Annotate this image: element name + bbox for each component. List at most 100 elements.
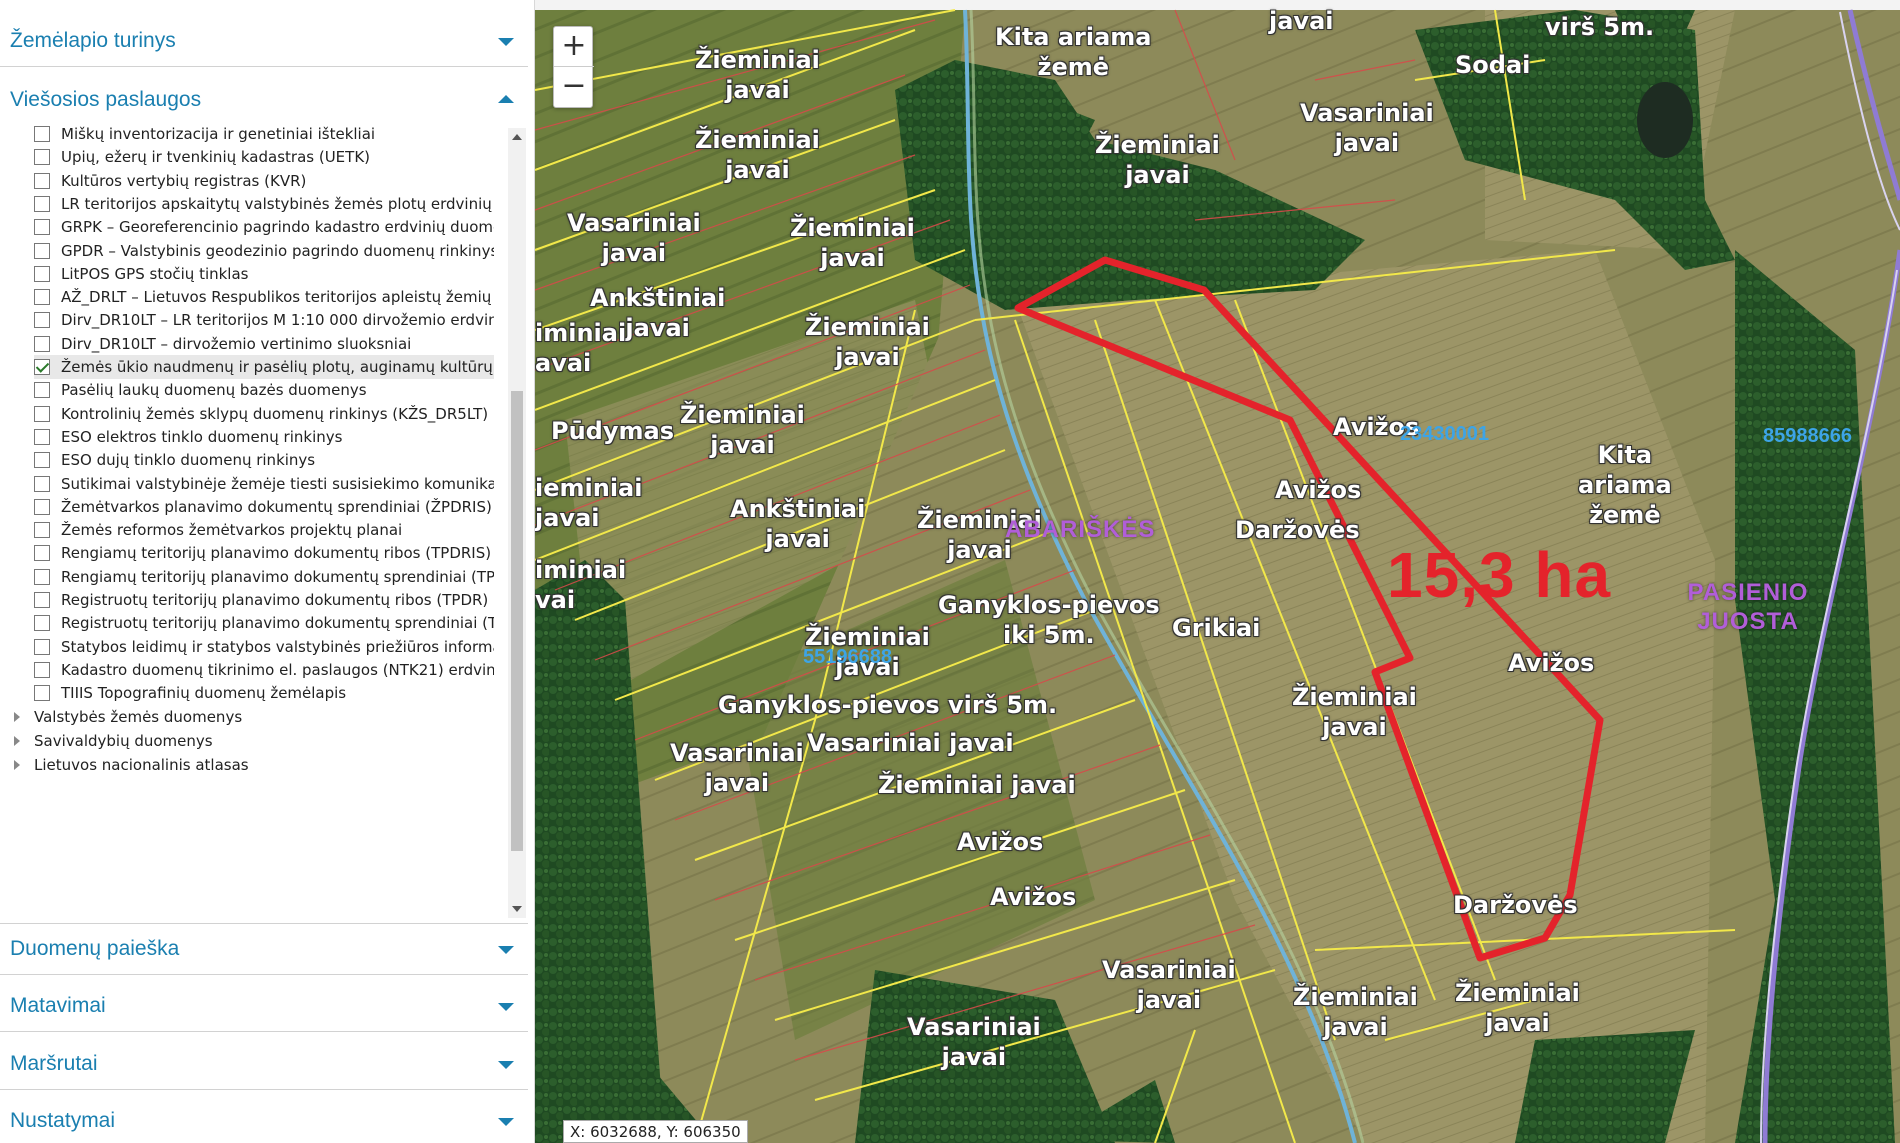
checkbox[interactable]	[34, 336, 50, 352]
section-data-search[interactable]: Duomenų paieška	[0, 923, 528, 975]
layer-item[interactable]: Pasėlių laukų duomenų bazės duomenys	[34, 378, 494, 402]
layer-item[interactable]: GPDR – Valstybinis geodezinio pagrindo d…	[34, 239, 494, 263]
checkbox[interactable]	[34, 196, 50, 212]
layer-item[interactable]: Miškų inventorizacija ir genetiniai ište…	[34, 122, 494, 146]
map-label: Ganyklos-pievos iki 5m.	[938, 591, 1160, 649]
checkbox[interactable]	[34, 685, 50, 701]
layer-item[interactable]: LitPOS GPS stočių tinklas	[34, 262, 494, 286]
checkbox[interactable]	[34, 452, 50, 468]
layer-item[interactable]: Kontrolinių žemės sklypų duomenų rinkiny…	[34, 402, 494, 426]
checkbox[interactable]	[34, 382, 50, 398]
checkbox[interactable]	[34, 662, 50, 678]
layer-group[interactable]: Valstybės žemės duomenys	[14, 705, 242, 729]
layer-item[interactable]: ESO elektros tinklo duomenų rinkinys	[34, 425, 494, 449]
layer-item[interactable]: GRPK – Georeferencinio pagrindo kadastro…	[34, 215, 494, 239]
section-data-search-label: Duomenų paieška	[10, 937, 180, 960]
map-label: Žieminiai javai	[1095, 131, 1220, 189]
layer-label: ESO dujų tinklo duomenų rinkinys	[61, 451, 316, 469]
layer-label: Miškų inventorizacija ir genetiniai ište…	[61, 125, 376, 143]
layer-label: GPDR – Valstybinis geodezinio pagrindo d…	[61, 242, 494, 260]
layer-item[interactable]: Sutikimai valstybinėje žemėje tiesti sus…	[34, 472, 494, 496]
section-routes[interactable]: Maršrutai	[0, 1038, 528, 1090]
checkbox[interactable]	[34, 289, 50, 305]
checkbox[interactable]	[34, 499, 50, 515]
section-routes-label: Maršrutai	[10, 1051, 98, 1075]
layer-label: GRPK – Georeferencinio pagrindo kadastro…	[61, 218, 494, 236]
section-measurements[interactable]: Matavimai	[0, 980, 528, 1032]
checkbox[interactable]	[34, 569, 50, 585]
checkbox-checked[interactable]	[34, 359, 50, 375]
layer-item[interactable]: Registruotų teritorijų planavimo dokumen…	[34, 588, 494, 612]
section-map-content[interactable]: Žemėlapio turinys	[0, 15, 528, 67]
scroll-up-icon[interactable]	[512, 134, 522, 140]
map-label: Vasariniai javai	[1102, 956, 1236, 1014]
layer-item[interactable]: Registruotų teritorijų planavimo dokumen…	[34, 611, 494, 635]
expand-triangle-icon[interactable]	[14, 736, 20, 746]
layer-item[interactable]: Kadastro duomenų tikrinimo el. paslaugos…	[34, 658, 494, 682]
checkbox[interactable]	[34, 429, 50, 445]
checkbox[interactable]	[34, 219, 50, 235]
layer-item[interactable]: LR teritorijos apskaitytų valstybinės že…	[34, 192, 494, 216]
layer-item[interactable]: Dirv_DR10LT – LR teritorijos M 1:10 000 …	[34, 308, 494, 332]
parcel-id-label: 55196688	[803, 646, 892, 668]
checkbox[interactable]	[34, 149, 50, 165]
checkbox[interactable]	[34, 615, 50, 631]
layer-label: Registruotų teritorijų planavimo dokumen…	[61, 591, 489, 609]
map-label: iminiai avai	[535, 319, 627, 377]
expand-triangle-icon[interactable]	[14, 760, 20, 770]
expand-triangle-icon[interactable]	[14, 712, 20, 722]
map-label: Avižos	[957, 828, 1044, 856]
section-measurements-label: Matavimai	[10, 993, 106, 1017]
scroll-down-icon[interactable]	[512, 906, 522, 912]
checkbox[interactable]	[34, 522, 50, 538]
layer-group-label: Valstybės žemės duomenys	[34, 708, 243, 726]
map-label: Kita ariama žemė	[995, 23, 1152, 81]
layer-group[interactable]: Lietuvos nacionalinis atlasas	[14, 753, 249, 777]
layer-label: AŽ_DRLT – Lietuvos Respublikos teritorij…	[61, 288, 494, 306]
layer-item[interactable]: Rengiamų teritorijų planavimo dokumentų …	[34, 541, 494, 565]
layer-item[interactable]: TIIIS Topografinių duomenų žemėlapis	[34, 681, 494, 705]
layer-item[interactable]: Žemėtvarkos planavimo dokumentų sprendin…	[34, 495, 494, 519]
layer-item[interactable]: Upių, ežerų ir tvenkinių kadastras (UETK…	[34, 145, 494, 169]
layer-label: Registruotų teritorijų planavimo dokumen…	[61, 614, 494, 632]
scroll-thumb[interactable]	[511, 391, 523, 851]
section-public-services[interactable]: Viešosios paslaugos	[0, 74, 528, 126]
checkbox[interactable]	[34, 126, 50, 142]
scrollbar[interactable]	[508, 128, 526, 918]
layer-item[interactable]: Statybos leidimų ir statybos valstybinės…	[34, 635, 494, 659]
checkbox[interactable]	[34, 173, 50, 189]
map-label: Žieminiai javai	[1293, 983, 1418, 1041]
layer-label: TIIIS Topografinių duomenų žemėlapis	[61, 684, 347, 702]
layer-item[interactable]: Kultūros vertybių registras (KVR)	[34, 169, 494, 193]
checkbox[interactable]	[34, 312, 50, 328]
checkbox[interactable]	[34, 266, 50, 282]
area-label: 15,3 ha	[1387, 539, 1612, 611]
map-label: Ganyklos-pievos virš 5m.	[718, 691, 1058, 719]
layer-label: Kultūros vertybių registras (KVR)	[61, 172, 307, 190]
checkbox[interactable]	[34, 243, 50, 259]
zoom-out-button[interactable]: −	[554, 67, 594, 107]
layer-item[interactable]: Rengiamų teritorijų planavimo dokumentų …	[34, 565, 494, 589]
section-public-services-label: Viešosios paslaugos	[10, 88, 202, 111]
layer-label: Statybos leidimų ir statybos valstybinės…	[61, 638, 494, 656]
section-settings[interactable]: Nustatymai	[0, 1095, 528, 1143]
layer-item[interactable]: AŽ_DRLT – Lietuvos Respublikos teritorij…	[34, 285, 494, 309]
map-label: Kita ariama žemė	[1578, 441, 1672, 529]
map-label: Grikiai	[1172, 614, 1261, 642]
layer-item[interactable]: Žemės ūkio naudmenų ir pasėlių plotų, au…	[34, 355, 494, 379]
layer-item[interactable]: Žemės reformos žemėtvarkos projektų plan…	[34, 518, 494, 542]
zoom-in-button[interactable]: +	[554, 27, 594, 67]
map-label: Vasariniai javai	[567, 209, 701, 267]
checkbox[interactable]	[34, 639, 50, 655]
layer-group[interactable]: Savivaldybių duomenys	[14, 729, 213, 753]
map-label: Žieminiai javai	[805, 313, 930, 371]
checkbox[interactable]	[34, 545, 50, 561]
checkbox[interactable]	[34, 592, 50, 608]
layer-item[interactable]: Dirv_DR10LT – dirvožemio vertinimo sluok…	[34, 332, 494, 356]
layer-item[interactable]: ESO dujų tinklo duomenų rinkinys	[34, 448, 494, 472]
checkbox[interactable]	[34, 406, 50, 422]
map-label: Avižos	[1508, 649, 1595, 677]
checkbox[interactable]	[34, 476, 50, 492]
layer-label: Dirv_DR10LT – LR teritorijos M 1:10 000 …	[61, 311, 494, 329]
map-view[interactable]: + − Žieminiai javai Žieminiai javai Vasari…	[535, 0, 1900, 1143]
